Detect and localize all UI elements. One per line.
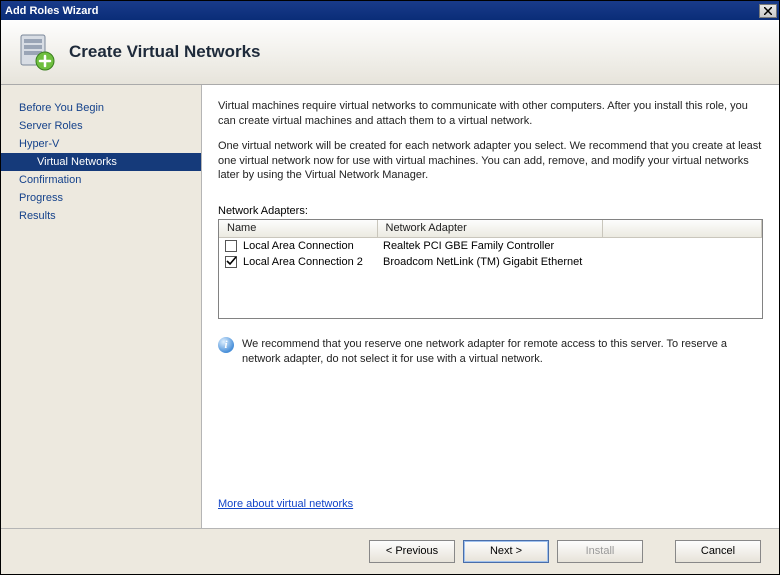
page-title: Create Virtual Networks: [69, 42, 260, 62]
nav-before-you-begin[interactable]: Before You Begin: [1, 99, 201, 117]
info-icon: i: [218, 337, 234, 353]
col-header-adapter[interactable]: Network Adapter: [377, 220, 602, 237]
cancel-button[interactable]: Cancel: [675, 540, 761, 563]
main-panel: Virtual machines require virtual network…: [201, 85, 779, 528]
adapters-grid: Name Network Adapter Local Area Connecti…: [218, 219, 763, 319]
intro-paragraph-1: Virtual machines require virtual network…: [218, 99, 763, 129]
previous-button[interactable]: < Previous: [369, 540, 455, 563]
info-note: i We recommend that you reserve one netw…: [218, 337, 763, 367]
adapter-name: Local Area Connection 2: [243, 256, 363, 268]
wizard-header: Create Virtual Networks: [1, 20, 779, 85]
adapter-checkbox[interactable]: [225, 256, 237, 268]
titlebar: Add Roles Wizard: [1, 1, 779, 20]
wizard-body: Before You Begin Server Roles Hyper-V Vi…: [1, 85, 779, 528]
wizard-nav: Before You Begin Server Roles Hyper-V Vi…: [1, 85, 201, 528]
wizard-window: Add Roles Wizard Create Virtual Networks…: [0, 0, 780, 575]
nav-confirmation[interactable]: Confirmation: [1, 171, 201, 189]
nav-server-roles[interactable]: Server Roles: [1, 117, 201, 135]
install-button: Install: [557, 540, 643, 563]
checkmark-icon: [226, 256, 237, 267]
nav-results[interactable]: Results: [1, 207, 201, 225]
close-button[interactable]: [759, 4, 777, 18]
adapter-desc: Realtek PCI GBE Family Controller: [377, 237, 602, 254]
more-info-link[interactable]: More about virtual networks: [218, 490, 763, 518]
col-header-name[interactable]: Name: [219, 220, 377, 237]
close-icon: [764, 7, 772, 15]
adapter-desc: Broadcom NetLink (TM) Gigabit Ethernet: [377, 254, 602, 270]
intro-text: Virtual machines require virtual network…: [218, 99, 763, 193]
next-button[interactable]: Next >: [463, 540, 549, 563]
nav-hyper-v[interactable]: Hyper-V: [1, 135, 201, 153]
nav-progress[interactable]: Progress: [1, 189, 201, 207]
nav-virtual-networks[interactable]: Virtual Networks: [1, 153, 201, 171]
adapter-row[interactable]: Local Area Connection 2 Broadcom NetLink…: [219, 254, 762, 270]
intro-paragraph-2: One virtual network will be created for …: [218, 139, 763, 184]
server-role-icon: [15, 31, 57, 73]
col-header-spacer: [602, 220, 762, 237]
window-title: Add Roles Wizard: [5, 5, 759, 17]
adapters-label: Network Adapters:: [218, 205, 763, 217]
info-text: We recommend that you reserve one networ…: [242, 337, 763, 367]
wizard-footer: < Previous Next > Install Cancel: [1, 528, 779, 574]
adapter-checkbox[interactable]: [225, 240, 237, 252]
adapter-name: Local Area Connection: [243, 240, 354, 252]
adapter-row[interactable]: Local Area Connection Realtek PCI GBE Fa…: [219, 237, 762, 254]
